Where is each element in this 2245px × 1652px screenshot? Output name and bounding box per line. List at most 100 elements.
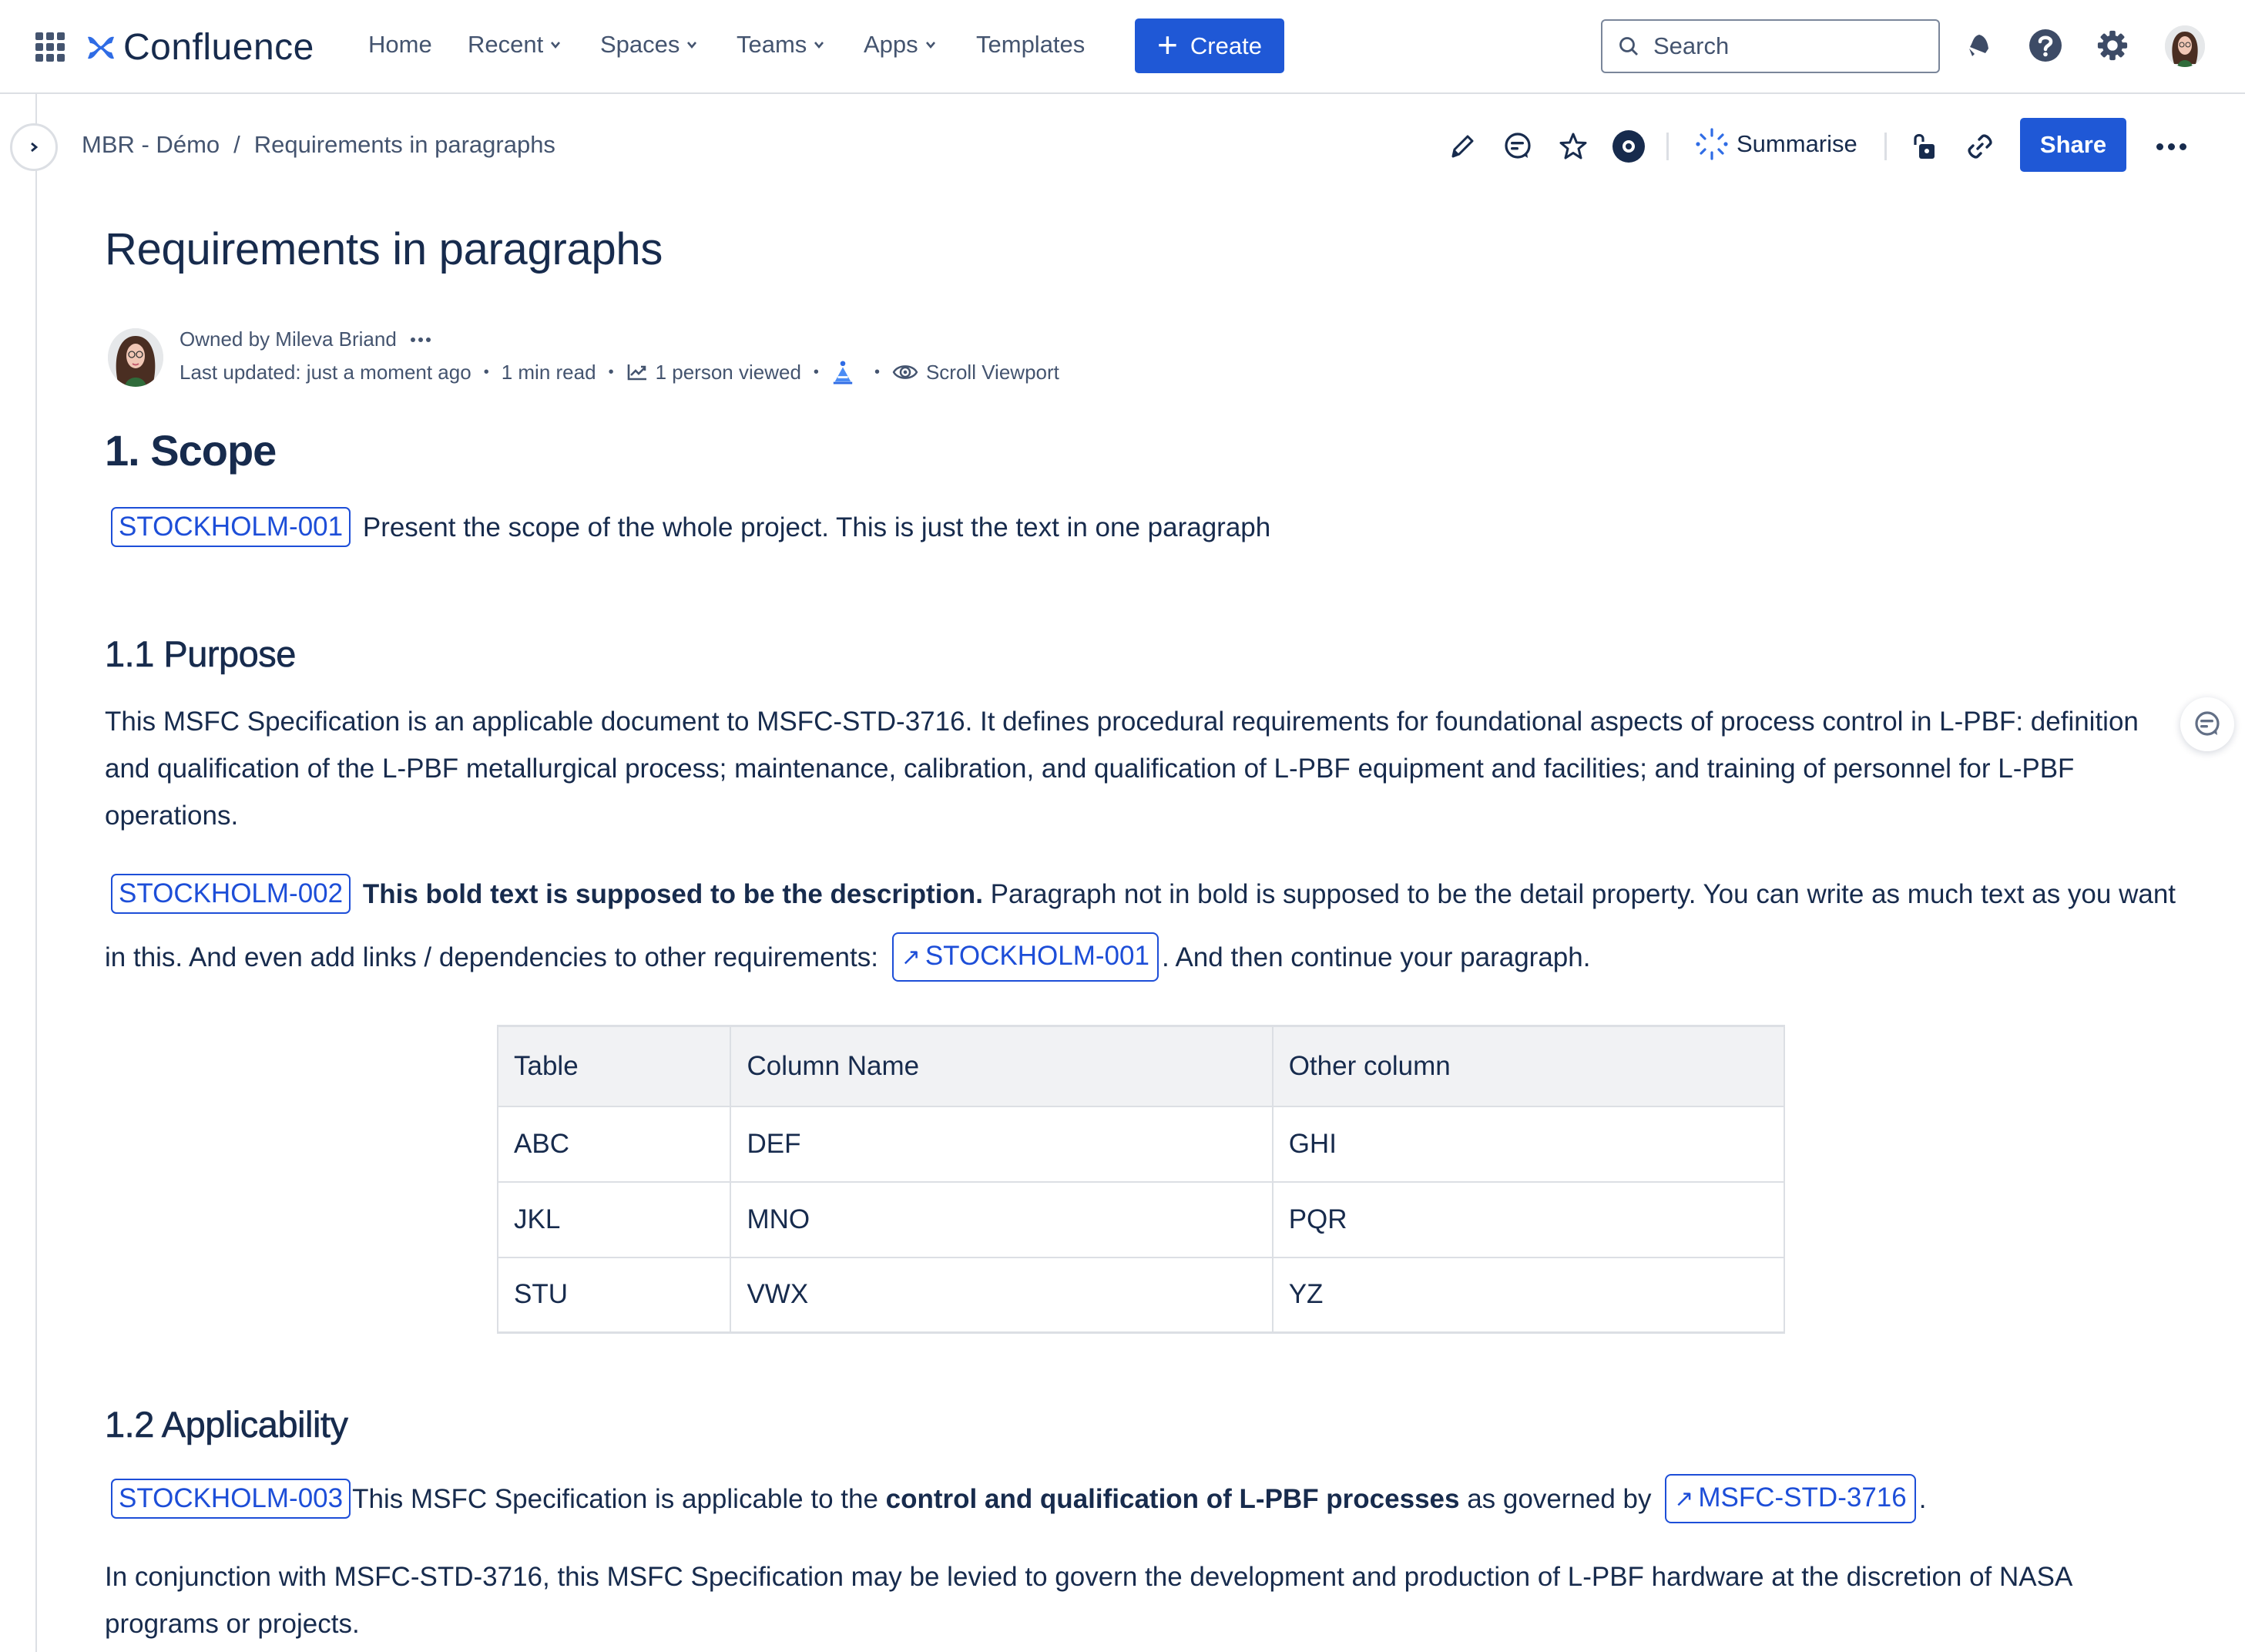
heading-applicability: 1.2 Applicability [105,1404,349,1446]
separator-dot: • [608,363,614,381]
standard-link[interactable]: ↗ MSFC-STD-3716 [1665,1473,1916,1523]
summarise-label: Summarise [1737,130,1857,157]
table-cell[interactable]: ABC [496,1105,732,1183]
table-cell[interactable]: JKL [496,1180,732,1258]
table-cell[interactable]: YZ [1271,1256,1786,1334]
search-icon [1619,37,1638,55]
nav-recent[interactable]: Recent [468,31,561,59]
scroll-viewport-text: Scroll Viewport [925,360,1059,384]
comment-icon [2195,711,2220,736]
breadcrumb-page[interactable]: Requirements in paragraphs [254,131,555,159]
table-header-cell[interactable]: Column Name [730,1025,1274,1107]
applicability-text-before: This MSFC Specification is applicable to… [352,1484,886,1514]
page-title: Requirements in paragraphs [105,224,663,274]
nav-apps[interactable]: Apps [864,31,936,59]
separator-dot: • [813,363,819,381]
notifications-bell-icon[interactable] [1960,28,1995,63]
watch-eye-icon[interactable] [1610,128,1647,165]
chevron-down-icon [551,42,561,49]
breadcrumb-space[interactable]: MBR - Démo [82,131,220,159]
share-button[interactable]: Share [2020,118,2126,172]
byline-owner: Owned by Mileva Briand [180,327,431,351]
table-row: JKL MNO PQR [496,1180,1786,1258]
heading-scope: 1. Scope [105,426,277,475]
requirement-badge[interactable]: STOCKHOLM-003 [111,1478,351,1519]
star-icon[interactable] [1555,128,1592,165]
user-avatar[interactable] [2165,25,2205,67]
nav-templates-label: Templates [976,31,1086,58]
plus-icon: + [1157,24,1178,65]
paragraph-applicability-2: In conjunction with MSFC-STD-3716, this … [105,1562,2072,1639]
table-cell[interactable]: VWX [730,1256,1274,1334]
paragraph-scope: STOCKHOLM-001 Present the scope of the w… [105,504,2177,551]
nav-teams[interactable]: Teams [737,31,824,59]
owner-more-icon[interactable] [410,337,431,342]
owner-text: Owned by Mileva Briand [180,327,397,351]
edit-pencil-icon[interactable] [1444,128,1481,165]
table-header-row: Table Column Name Other column [496,1025,1786,1107]
restrictions-unlock-icon[interactable] [1906,128,1943,165]
table-header-cell[interactable]: Table [496,1025,732,1107]
create-button[interactable]: + Create [1135,18,1284,73]
paragraph-requirement-002: STOCKHOLM-002 This bold text is supposed… [105,863,2177,989]
nav-recent-label: Recent [468,31,544,58]
search-box[interactable] [1601,19,1940,73]
requirement-after-link: . And then continue your paragraph. [1161,942,1591,972]
nav-spaces[interactable]: Spaces [600,31,697,59]
more-actions-icon[interactable] [2149,128,2193,165]
requirement-link[interactable]: ↗ STOCKHOLM-001 [891,932,1159,982]
top-navigation: Confluence Home Recent Spaces Teams Apps… [0,0,2245,94]
table-cell[interactable]: STU [496,1256,732,1334]
applicability-text-mid: as governed by [1459,1484,1659,1514]
table-cell[interactable]: MNO [730,1180,1274,1258]
scroll-viewport[interactable]: Scroll Viewport [892,361,1059,384]
search-input[interactable] [1653,32,1931,60]
table-cell[interactable]: PQR [1271,1180,1786,1258]
owner-avatar[interactable] [108,328,163,387]
nav-spaces-label: Spaces [600,31,680,58]
app-integration-icon[interactable] [831,360,862,384]
separator-dot: • [483,363,489,381]
toolbar-divider [1666,133,1669,160]
table-header-cell[interactable]: Other column [1271,1025,1786,1107]
table-cell[interactable]: GHI [1271,1105,1786,1183]
chevron-right-icon [31,142,39,153]
requirement-badge[interactable]: STOCKHOLM-001 [111,506,351,547]
scroll-viewport-eye-icon [892,365,918,379]
read-time: 1 min read [501,360,596,384]
chevron-down-icon [687,42,697,49]
expand-sidebar-button[interactable] [10,123,58,171]
comment-icon[interactable] [1499,128,1536,165]
app-name: Confluence [123,27,314,68]
settings-gear-icon[interactable] [2095,28,2130,63]
arrow-up-right-icon: ↗ [1674,1486,1694,1512]
nav-templates[interactable]: Templates [976,31,1085,59]
arrow-up-right-icon: ↗ [901,944,921,970]
toolbar-divider [1884,133,1887,160]
nav-home-label: Home [368,31,432,58]
byline-meta: Last updated: just a moment ago • 1 min … [180,360,1059,384]
requirement-description: This bold text is supposed to be the des… [362,879,983,909]
chevron-down-icon [814,42,824,49]
applicability-text-after: . [1918,1484,1927,1514]
inline-comment-button[interactable] [2180,697,2234,751]
confluence-logo[interactable]: Confluence [86,26,314,69]
summarise-button[interactable]: Summarise [1695,127,1857,161]
nav-home[interactable]: Home [368,31,432,59]
chevron-down-icon [925,42,935,49]
confluence-logo-icon [88,36,114,59]
requirement-badge[interactable]: STOCKHOLM-002 [111,873,351,914]
table-cell[interactable]: DEF [730,1105,1274,1183]
copy-link-icon[interactable] [1961,128,1998,165]
standard-link-label: MSFC-STD-3716 [1698,1482,1907,1513]
nav-teams-label: Teams [737,31,807,58]
app-switcher-icon[interactable] [35,32,65,62]
create-label: Create [1190,32,1262,59]
requirement-link-label: STOCKHOLM-001 [925,940,1149,971]
page-views[interactable]: 1 person viewed [626,361,801,384]
ai-sparkle-icon [1696,128,1728,160]
last-updated: Last updated: just a moment ago [180,360,471,384]
help-icon[interactable] [2028,28,2063,63]
breadcrumb-separator: / [233,131,240,158]
breadcrumb: MBR - Démo / Requirements in paragraphs [82,131,555,159]
